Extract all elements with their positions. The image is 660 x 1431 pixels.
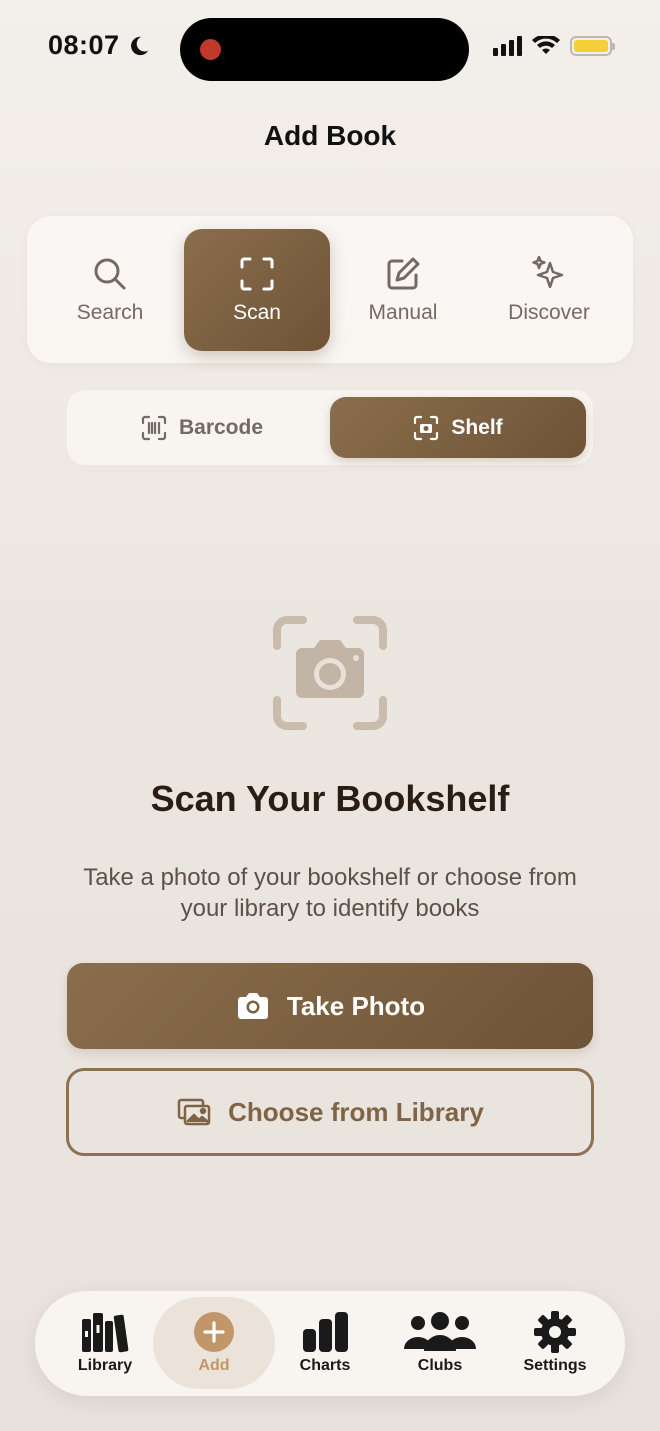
tab-add[interactable]: Add [153, 1297, 275, 1389]
take-photo-button[interactable]: Take Photo [67, 963, 593, 1049]
page-title: Add Book [263, 120, 397, 151]
mode-tab-label: Discover [508, 301, 590, 324]
moon-icon [130, 36, 148, 55]
battery-icon [570, 36, 615, 56]
tab-label: Charts [299, 1357, 351, 1374]
scan-frame-icon [240, 257, 274, 291]
mode-tab-search[interactable]: Search [37, 229, 183, 351]
photo-library-icon [177, 1098, 211, 1126]
segment-shelf[interactable]: Shelf [330, 397, 586, 458]
clock-label: 08:07 [48, 30, 120, 60]
mode-tab-manual[interactable]: Manual [330, 229, 476, 351]
mode-tab-scan[interactable]: Scan [184, 229, 330, 351]
scan-heading: Scan Your Bookshelf [150, 778, 510, 819]
mode-tab-label: Scan [233, 301, 281, 324]
tab-library[interactable]: Library [45, 1297, 165, 1389]
recording-indicator-icon [200, 39, 221, 60]
dynamic-island [180, 18, 469, 81]
take-photo-label: Take Photo [286, 990, 426, 1021]
plus-circle-icon [194, 1312, 234, 1352]
tab-label: Settings [523, 1357, 587, 1374]
sparkles-icon [532, 255, 564, 289]
segment-label: Barcode [178, 415, 264, 439]
mode-tab-discover[interactable]: Discover [476, 229, 622, 351]
tab-label: Library [77, 1357, 133, 1374]
camera-viewfinder-icon [273, 616, 387, 730]
camera-icon [237, 993, 268, 1019]
mode-tab-label: Search [76, 301, 144, 324]
segment-barcode[interactable]: Barcode [74, 397, 330, 458]
search-icon [94, 258, 126, 290]
scan-description: Take a photo of your bookshelf or choose… [83, 864, 577, 922]
gear-icon [534, 1311, 576, 1353]
status-bar-indicators [493, 36, 615, 56]
bottom-tab-bar: Library Add Charts Clubs Settings [35, 1291, 625, 1396]
scan-type-segment: Barcode Shelf [67, 390, 593, 465]
tab-charts[interactable]: Charts [265, 1297, 385, 1389]
mode-tab-label: Manual [368, 301, 438, 324]
wifi-icon [532, 36, 560, 54]
tab-settings[interactable]: Settings [495, 1297, 615, 1389]
people-icon [404, 1312, 476, 1351]
segment-label: Shelf [451, 415, 503, 439]
tab-clubs[interactable]: Clubs [380, 1297, 500, 1389]
choose-from-library-button[interactable]: Choose from Library [66, 1068, 594, 1156]
tab-label: Clubs [417, 1357, 463, 1374]
camera-viewfinder-icon [414, 415, 439, 440]
barcode-icon [141, 415, 167, 440]
status-bar-time: 08:07 [48, 30, 150, 61]
add-mode-selector: Search Scan Manual Discover [27, 216, 633, 363]
books-icon [82, 1313, 129, 1353]
choose-library-label: Choose from Library [228, 1096, 484, 1127]
edit-icon [387, 257, 420, 290]
tab-label: Add [198, 1357, 230, 1374]
bar-chart-icon [303, 1312, 348, 1352]
cellular-signal-icon [493, 36, 522, 56]
